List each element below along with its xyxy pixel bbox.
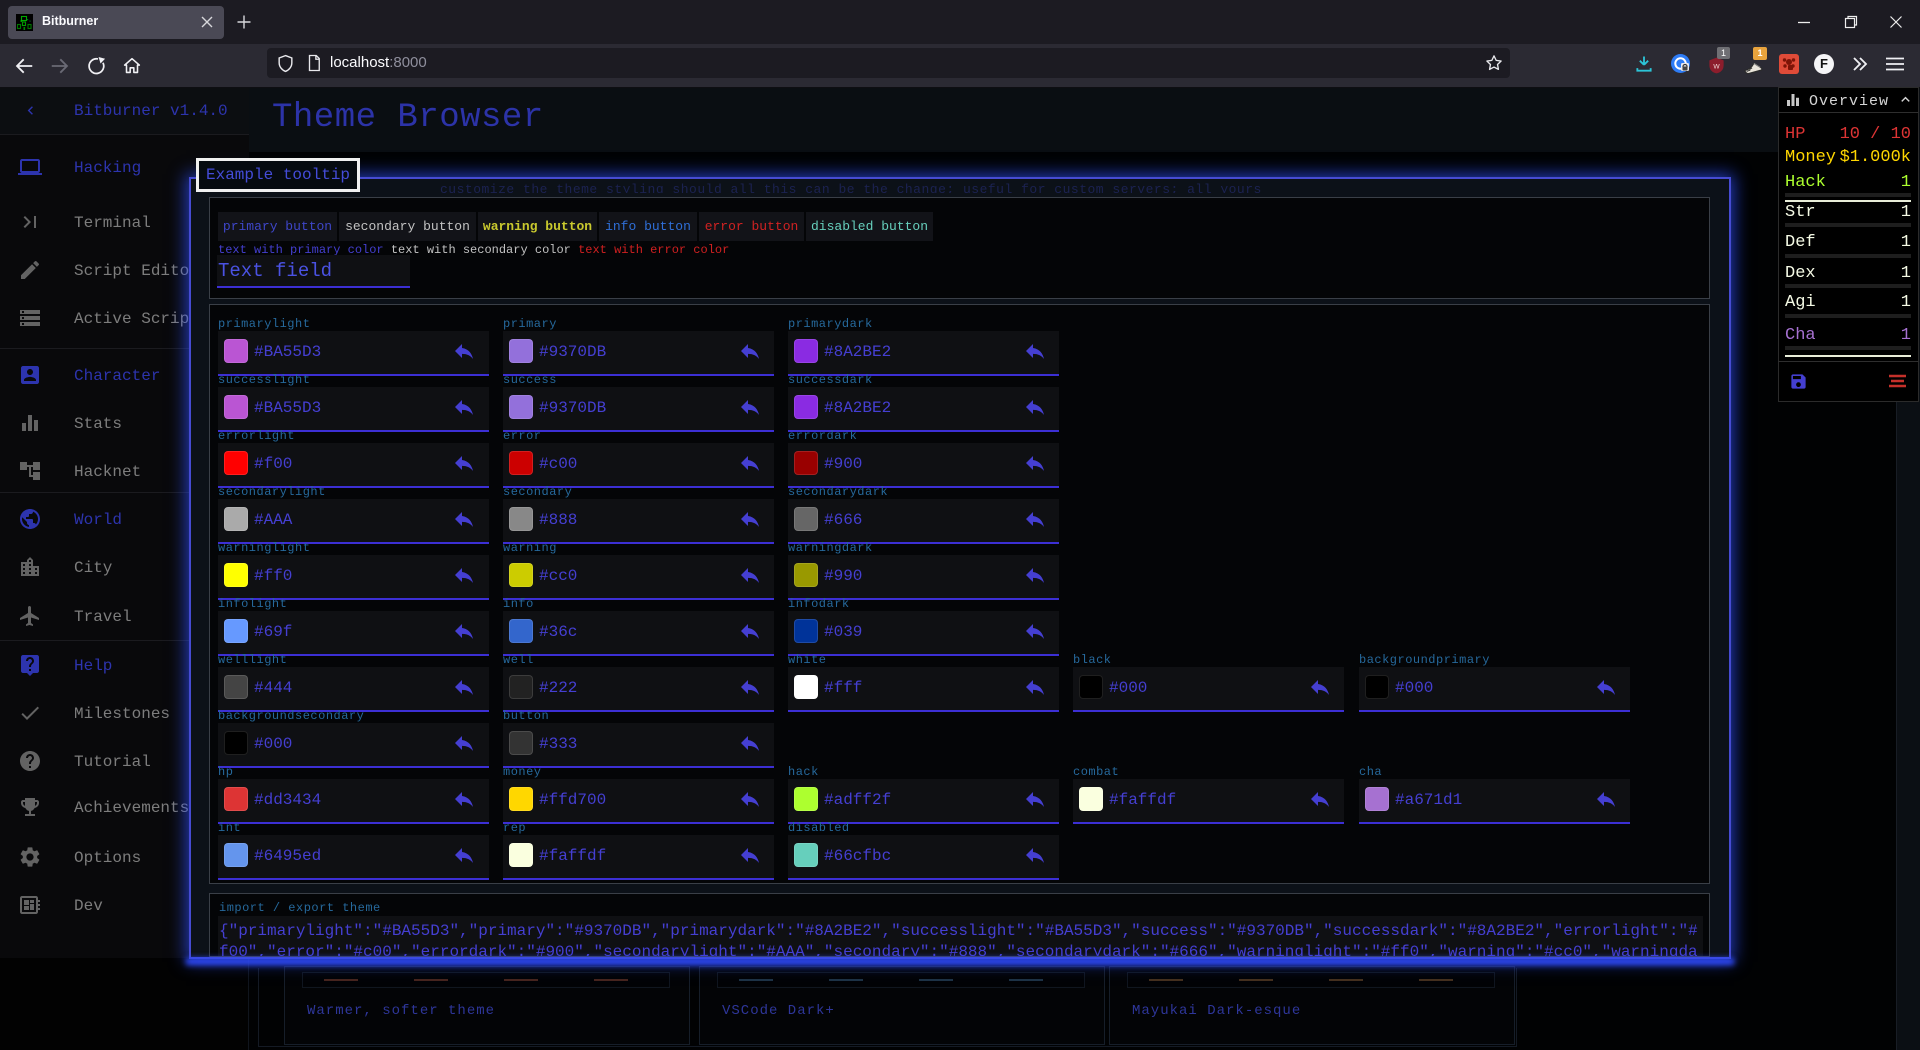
svg-text:w: w bbox=[1712, 61, 1720, 71]
